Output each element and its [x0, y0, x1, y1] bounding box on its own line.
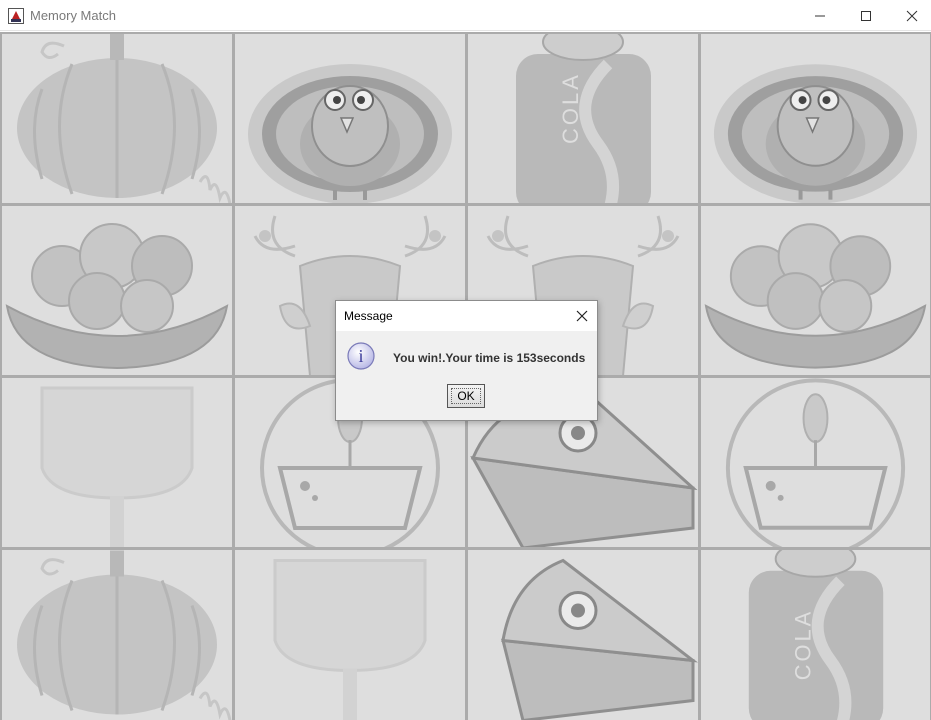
maximize-button[interactable] — [843, 0, 889, 31]
card-15[interactable] — [468, 550, 698, 720]
card-16[interactable]: COLA — [701, 550, 930, 720]
dialog-message: You win!.Your time is 153seconds — [393, 351, 586, 365]
card-12[interactable] — [701, 378, 930, 547]
card-3[interactable]: COLA — [468, 34, 698, 203]
ok-button[interactable]: OK — [447, 384, 485, 408]
card-9[interactable] — [2, 378, 232, 547]
java-app-icon — [8, 8, 24, 24]
pumpkin-icon — [17, 550, 232, 720]
card-4[interactable] — [701, 34, 930, 203]
info-icon: i — [347, 342, 375, 370]
wine-glass-icon — [273, 559, 427, 720]
dialog-title: Message — [344, 309, 393, 323]
minimize-button[interactable] — [797, 0, 843, 31]
window-titlebar: Memory Match — [0, 0, 931, 31]
can-text: COLA — [791, 609, 816, 681]
card-5[interactable] — [2, 206, 232, 375]
cola-can-icon: COLA — [748, 550, 884, 720]
pumpkin-icon — [17, 34, 232, 203]
minimize-icon — [815, 15, 825, 16]
turkey-icon — [713, 64, 918, 203]
wine-glass-icon — [40, 386, 194, 547]
card-14[interactable] — [235, 550, 465, 720]
maximize-icon — [861, 10, 871, 21]
turkey-icon — [248, 64, 452, 203]
card-8[interactable] — [701, 206, 930, 375]
dialog-titlebar: Message — [336, 301, 597, 331]
close-icon — [906, 10, 918, 21]
card-13[interactable] — [2, 550, 232, 720]
candle-bowl-icon — [725, 378, 906, 547]
cola-can-icon: COLA — [516, 34, 651, 203]
can-text: COLA — [558, 72, 583, 144]
card-1[interactable] — [2, 34, 232, 203]
pie-slice-icon — [501, 558, 698, 720]
message-dialog: Message i You win!.Your time is 153secon… — [335, 300, 598, 421]
bread-basket-icon — [704, 223, 927, 369]
dialog-close-icon[interactable] — [573, 307, 591, 325]
bread-basket-icon — [5, 223, 229, 370]
window-title: Memory Match — [30, 8, 116, 23]
info-glyph: i — [358, 346, 363, 366]
card-2[interactable] — [235, 34, 465, 203]
close-window-button[interactable] — [889, 0, 931, 31]
